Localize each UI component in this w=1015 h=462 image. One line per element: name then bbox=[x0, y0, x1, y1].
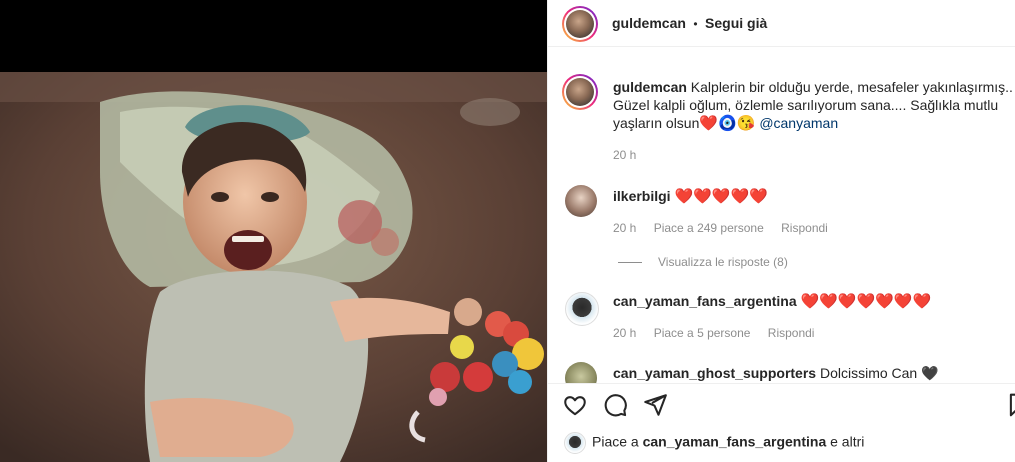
caption-emojis: ❤️🧿😘 bbox=[699, 115, 756, 132]
comment-username[interactable]: ilkerbilgi bbox=[613, 188, 671, 204]
post-header: guldemcan • Segui già bbox=[548, 0, 1015, 47]
comment-item: can_yaman_ghost_supporters Dolcissimo Ca… bbox=[548, 360, 1015, 383]
commenter-avatar[interactable] bbox=[565, 292, 599, 326]
author-username[interactable]: guldemcan bbox=[612, 15, 686, 31]
paper-plane-icon[interactable] bbox=[642, 392, 670, 420]
comment-likes-count[interactable]: Piace a 5 persone bbox=[654, 326, 751, 340]
view-replies-button[interactable]: Visualizza le risposte (8) bbox=[618, 255, 788, 269]
comment-timestamp[interactable]: 20 h bbox=[613, 221, 636, 235]
heart-outline-icon[interactable] bbox=[562, 392, 590, 420]
comment-text: ❤️❤️❤️❤️❤️ bbox=[674, 188, 768, 205]
caption-block: guldemcan Kalplerin bir olduğu yerde, me… bbox=[548, 72, 1015, 172]
comment-username[interactable]: can_yaman_fans_argentina bbox=[613, 293, 797, 309]
caption-username[interactable]: guldemcan bbox=[613, 79, 687, 95]
comment-timestamp[interactable]: 20 h bbox=[613, 326, 636, 340]
comment-text: ❤️❤️❤️❤️❤️❤️❤️ bbox=[800, 293, 932, 310]
caption-text-line3: yaşların olsun bbox=[613, 115, 700, 131]
view-replies-label: Visualizza le risposte (8) bbox=[658, 255, 788, 269]
liker-avatar[interactable] bbox=[564, 432, 586, 454]
likes-suffix[interactable]: e altri bbox=[830, 434, 864, 450]
caption-text-line2: Güzel kalpli oğlum, özlemle sarılıyorum … bbox=[613, 97, 999, 113]
caption-avatar[interactable] bbox=[562, 74, 598, 110]
post-media-pane bbox=[0, 0, 547, 462]
post-photo[interactable] bbox=[0, 72, 547, 462]
action-bar bbox=[548, 383, 1015, 426]
comment-item: can_yaman_fans_argentina ❤️❤️❤️❤️❤️❤️❤️ … bbox=[548, 288, 1015, 348]
caption-timestamp[interactable]: 20 h bbox=[613, 148, 636, 162]
commenter-avatar[interactable] bbox=[565, 185, 597, 217]
comment-likes-count[interactable]: Piace a 249 persone bbox=[654, 221, 764, 235]
likes-summary: Piace a can_yaman_fans_argentina e altri bbox=[564, 432, 864, 454]
author-avatar[interactable] bbox=[562, 6, 598, 42]
comment-text: Dolcissimo Can 🖤 bbox=[819, 365, 939, 381]
replies-dash bbox=[618, 262, 642, 264]
commenter-avatar[interactable] bbox=[565, 362, 597, 383]
comment-reply-button[interactable]: Rispondi bbox=[781, 221, 828, 235]
likes-prefix: Piace a bbox=[592, 433, 639, 450]
post-details-pane: guldemcan • Segui già guldemcan Kalpleri… bbox=[547, 0, 1015, 462]
caption-text-line1: Kalplerin bir olduğu yerde, mesafeler ya… bbox=[690, 79, 1013, 95]
caption-mention-link[interactable]: @canyaman bbox=[759, 115, 838, 131]
follow-state-button[interactable]: Segui già bbox=[705, 15, 767, 31]
bookmark-icon[interactable] bbox=[1006, 392, 1015, 420]
separator-dot: • bbox=[693, 17, 698, 31]
comment-item: ilkerbilgi ❤️❤️❤️❤️❤️ 20 h Piace a 249 p… bbox=[548, 183, 1015, 278]
comment-reply-button[interactable]: Rispondi bbox=[768, 326, 815, 340]
comment-username[interactable]: can_yaman_ghost_supporters bbox=[613, 365, 816, 381]
comment-bubble-icon[interactable] bbox=[602, 392, 630, 420]
likes-username[interactable]: can_yaman_fans_argentina bbox=[643, 434, 827, 450]
child-photo-image bbox=[0, 72, 547, 462]
